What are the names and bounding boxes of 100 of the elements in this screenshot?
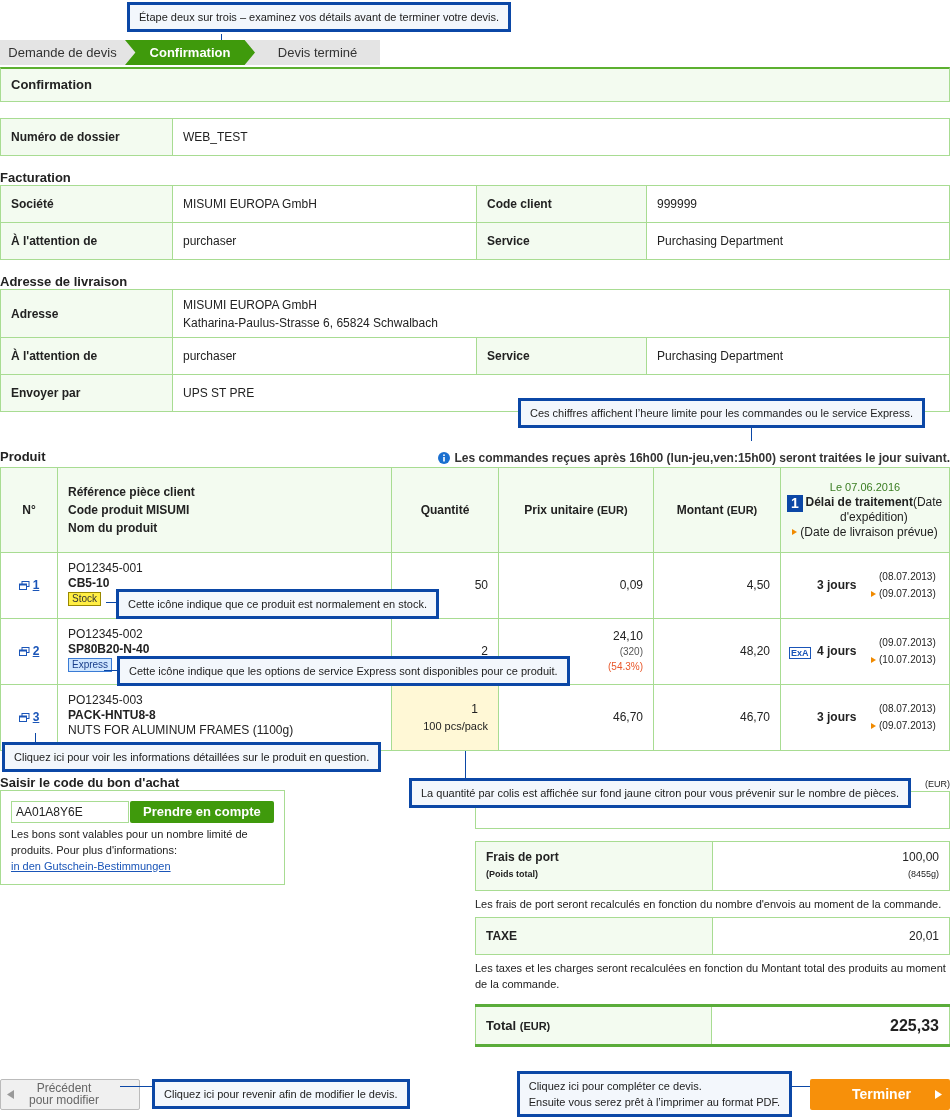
delivery-date: (09.07.2013) [879,587,936,601]
new-window-icon [18,712,30,722]
field-value: purchaser [173,338,476,374]
express-mark: ExA [789,647,811,659]
section-title: Saisir le code du bon d'achat [0,774,181,790]
express-badge: Express [68,657,113,672]
field-label: Envoyer par [1,375,172,411]
column-header: N° [22,501,36,519]
summary-value: 20,01 [908,928,939,945]
product-code: CB5-10 [68,575,111,591]
ship-date: (08.07.2013) [879,570,936,584]
section-title: Facturation [0,170,72,185]
callout: La quantité par colis est affichée sur fond jaune citron pour vous prévenir sur le nombre de pièces. [409,777,911,808]
reference-text: PO12345-001 [68,560,144,576]
ship-date: (09.07.2013) [879,636,936,650]
column-header: Référence pièce client [68,483,195,501]
product-link[interactable]: 2 [32,642,40,660]
new-window-icon [18,580,30,590]
unit-price: 24,10 [612,628,643,644]
field-value: purchaser [173,223,476,259]
section-header: Confirmation [0,67,950,102]
callout: Cliquez ici pour compléter ce devis. Ensuite vous serez prêt à l’imprimer au format PDF. [516,1071,792,1117]
triangle-icon [871,656,876,663]
tax-note: Les taxes et les charges seront recalculées en fonction du Montant total des produits au moment de la commande. [475,961,947,992]
section-title: Adresse de livraison [0,274,129,289]
delivery-note: (Date de livraison prévue) [800,524,938,540]
field-label: À l'attention de [1,223,172,259]
triangle-icon [871,722,876,729]
field-value: UPS ST PRE [183,385,256,402]
summary-sublabel: (Poids total) [486,868,539,881]
quantity-text: 1 [471,700,479,718]
field-label: Société [1,186,172,222]
amount-text: 48,20 [739,643,770,660]
field-value: MISUMI EUROPA GmbH [183,296,318,314]
base-price: (320) [619,644,643,659]
field-value: Katharina-Paulus-Strasse 6, 65824 Schwalbach [183,314,439,332]
amount-text: 4,50 [746,577,770,594]
column-header: Nom du produit [68,519,158,537]
total-label: Total (EUR) [486,1016,551,1035]
section-title: Produit [0,448,46,466]
leader-line [221,34,222,40]
leader-line [465,750,466,778]
field-label: Code client [477,186,646,222]
callout: Cliquez ici pour revenir afin de modifier le devis. [152,1079,410,1109]
back-button[interactable]: Précédent pour modifier [0,1078,140,1110]
delivery-date: (10.07.2013) [879,653,936,667]
field-value: Purchasing Department [647,338,949,374]
product-link[interactable]: 1 [32,576,40,594]
field-value: WEB_TEST [173,119,949,155]
total-value: 225,33 [890,1015,939,1036]
shipping-note: Les frais de port seront recalculés en fonction du nombre d'envois au moment de la commande. [475,897,943,912]
ship-date: (08.07.2013) [879,702,936,716]
notice-text: Les commandes reçues après 16h00 (lun-jeu,ven:15h00) seront traitées le jour suivant. [454,449,950,467]
lead-time: 3 jours [817,709,858,726]
leader-line [751,427,752,441]
column-header: Délai de traitement(Date d'expédition) [804,494,943,525]
lead-time: 4 jours [817,643,858,660]
processing-date: Le 07.06.2016 [829,479,901,495]
field-label: Numéro de dossier [1,119,172,155]
callout: Cette icône indique que les options de service Express sont disponibles pour ce produit. [117,655,570,686]
product-link[interactable]: 3 [32,708,40,726]
info-icon [438,451,451,464]
callout: Cliquez ici pour voir les informations détaillées sur le produit en question. [2,741,382,772]
triangle-icon [792,529,798,535]
leader-line [35,732,36,742]
triangle-icon [871,590,876,597]
conditions-link[interactable]: in den Gutschein-Bestimmungen [11,859,171,872]
amount-text: 46,70 [739,709,770,726]
pack-size: 100 pcs/pack [423,718,488,734]
coupon-note: Les bons sont valables pour un nombre limité de produits. Pour plus d'informations: [11,827,248,856]
field-label: Service [477,223,646,259]
new-window-icon [18,646,30,656]
summary-value: 100,00 [902,849,939,866]
unit-price: 0,09 [619,577,643,593]
quantity-text: 50 [474,577,488,594]
product-code: PACK-HNTU8-8 [68,707,157,723]
left-arrow-icon [7,1089,14,1099]
leader-line [104,669,117,671]
weight-text: (8455g) [907,868,939,881]
product-name: NUTS FOR ALUMINUM FRAMES (1100g) [68,722,295,738]
step-tab[interactable]: Demande de devis [0,40,125,65]
reference-text: PO12345-002 [68,626,144,642]
delivery-date: (09.07.2013) [879,719,936,733]
callout: Ces chiffres affichent l’heure limite pour les commandes ou le service Express. [518,398,925,428]
field-value: Purchasing Department [647,223,949,259]
lead-time: 3 jours [817,577,858,594]
field-value: MISUMI EUROPA GmbH [173,186,476,222]
currency-label: (EUR) [925,778,950,789]
coupon-input[interactable]: AA01A8Y6E [11,800,129,823]
stock-badge: Stock [68,591,101,606]
callout: Étape deux sur trois – examinez vos détails avant de terminer votre devis. [127,2,512,32]
step-tab[interactable]: Devis terminé [255,40,380,65]
summary-label: Frais de port [486,849,560,866]
leader-line [792,1086,810,1087]
right-arrow-icon [935,1089,942,1099]
field-label: Adresse [1,290,172,337]
unit-price: 46,70 [612,709,643,725]
apply-button[interactable]: Prendre en compte [130,800,274,823]
column-header: Code produit MISUMI [68,501,190,519]
step-tab[interactable]: Confirmation [125,40,255,65]
